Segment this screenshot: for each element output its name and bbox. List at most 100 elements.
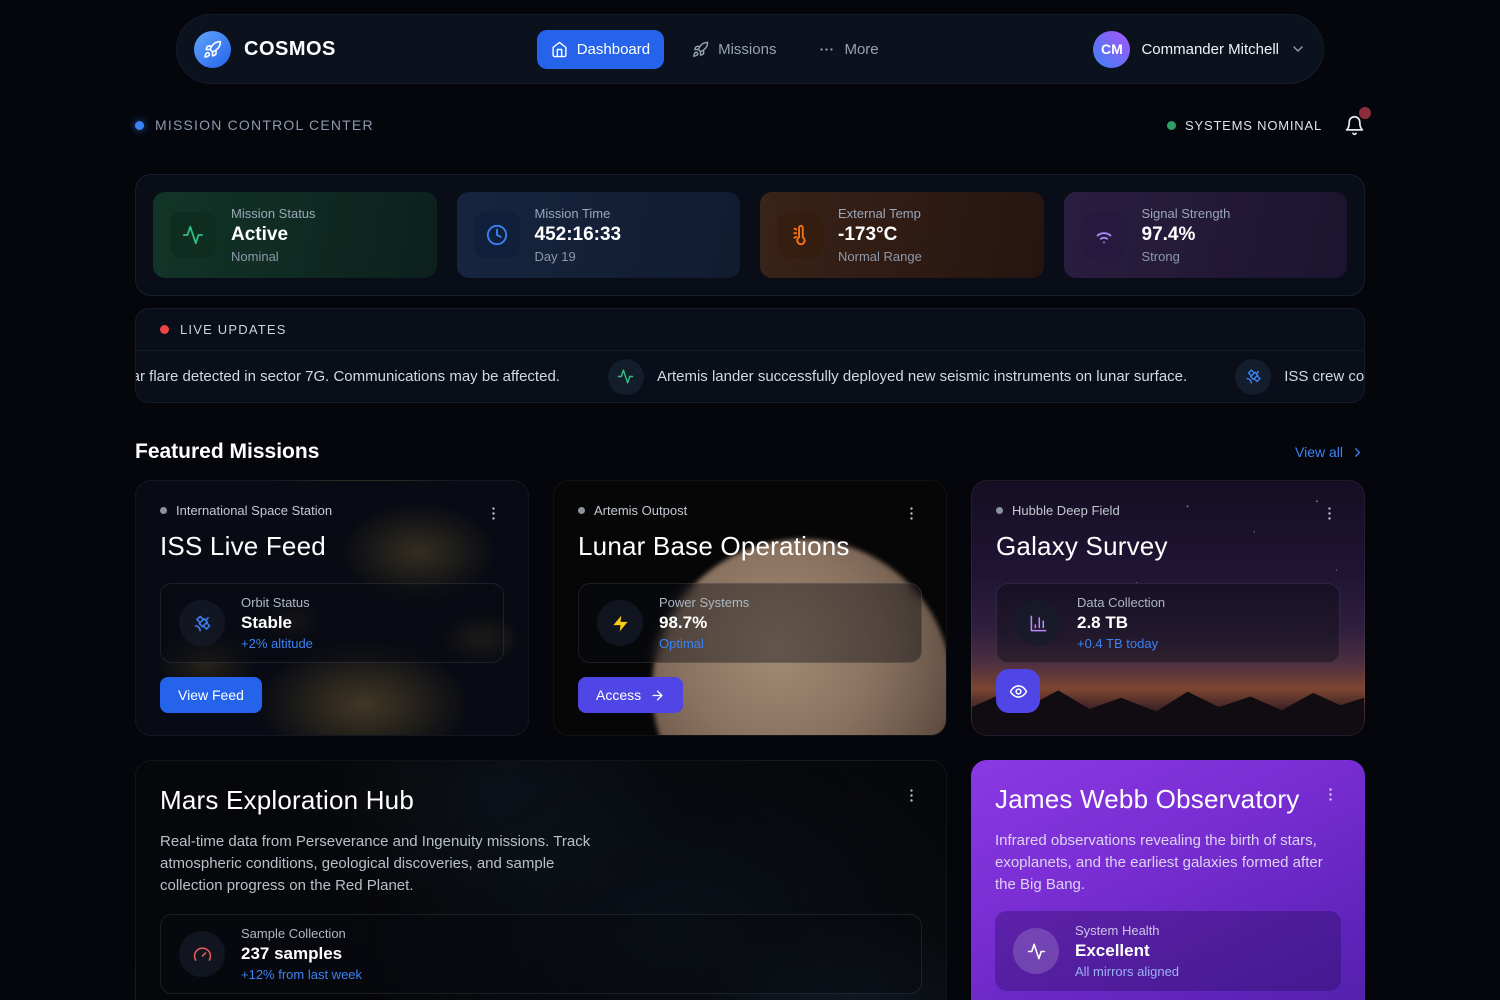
mission-title: Lunar Base Operations: [578, 531, 922, 562]
view-feed-button[interactable]: View Feed: [160, 677, 262, 713]
stats-row: Mission Status Active Nominal Mission Ti…: [135, 174, 1365, 296]
stat-label: Signal Strength: [1142, 206, 1231, 221]
stat-card-mission-status: Mission Status Active Nominal: [153, 192, 437, 278]
ticker-text: ISS crew completes critical EVA repairs …: [1284, 368, 1364, 385]
view-all-link[interactable]: View all: [1295, 444, 1365, 460]
systems-status-badge: SYSTEMS NOMINAL: [1167, 118, 1322, 133]
chevron-right-icon: [1350, 445, 1365, 460]
stat-sub: Nominal: [231, 249, 316, 264]
live-updates-title: LIVE UPDATES: [180, 322, 287, 337]
stat-value: 98.7%: [659, 613, 749, 633]
kebab-menu-icon[interactable]: [901, 785, 922, 806]
activity-icon: [170, 212, 216, 258]
kebab-menu-icon[interactable]: [1319, 503, 1340, 524]
mission-tag: Hubble Deep Field: [996, 503, 1120, 518]
user-menu[interactable]: CM Commander Mitchell: [1093, 31, 1306, 68]
page-title: MISSION CONTROL CENTER: [155, 117, 374, 133]
live-updates-panel: LIVE UPDATES Solar flare detected in sec…: [135, 308, 1365, 403]
user-name: Commander Mitchell: [1141, 41, 1279, 58]
thermometer-icon: [777, 212, 823, 258]
stat-delta: +2% altitude: [241, 636, 313, 651]
stat-label: Mission Status: [231, 206, 316, 221]
mission-description: Real-time data from Perseverance and Ing…: [160, 831, 612, 896]
mission-tag-label: Hubble Deep Field: [1012, 503, 1120, 518]
stat-delta: +12% from last week: [241, 967, 362, 982]
rocket-logo-icon: [194, 31, 231, 68]
ticker-item: ISS crew completes critical EVA repairs …: [1235, 359, 1364, 395]
access-button[interactable]: Access: [578, 677, 683, 713]
green-status-dot: [1167, 121, 1176, 130]
stat-sub: Strong: [1142, 249, 1231, 264]
stat-value: 97.4%: [1142, 224, 1231, 246]
stat-sub: Day 19: [535, 249, 622, 264]
view-all-label: View all: [1295, 444, 1343, 460]
stat-label: Mission Time: [535, 206, 622, 221]
stat-card-signal-strength: Signal Strength 97.4% Strong: [1064, 192, 1348, 278]
stat-delta: +0.4 TB today: [1077, 636, 1165, 651]
stat-value: -173°C: [838, 224, 922, 246]
nav-item-more[interactable]: More: [804, 30, 892, 69]
zap-icon: [597, 600, 643, 646]
kebab-menu-icon[interactable]: [901, 503, 922, 524]
mission-tag: International Space Station: [160, 503, 332, 518]
news-ticker: Solar flare detected in sector 7G. Commu…: [136, 351, 1364, 402]
kebab-menu-icon[interactable]: [483, 503, 504, 524]
tag-dot: [578, 507, 585, 514]
stat-value: 237 samples: [241, 944, 362, 964]
notification-dot: [1359, 107, 1371, 119]
stat-label: Orbit Status: [241, 595, 313, 610]
kebab-menu-icon[interactable]: [1320, 784, 1341, 805]
featured-missions-title: Featured Missions: [135, 440, 319, 464]
ticker-item: Artemis lander successfully deployed new…: [608, 359, 1187, 395]
activity-icon: [608, 359, 644, 395]
mission-description: Infrared observations revealing the birt…: [995, 830, 1341, 895]
stat-value: Stable: [241, 613, 313, 633]
tag-dot: [996, 507, 1003, 514]
stat-card-external-temp: External Temp -173°C Normal Range: [760, 192, 1044, 278]
stat-delta: All mirrors aligned: [1075, 964, 1179, 979]
home-icon: [551, 41, 568, 58]
mission-card-webb: James Webb Observatory Infrared observat…: [971, 760, 1365, 1000]
view-observations-button[interactable]: [996, 669, 1040, 713]
satellite-icon: [1235, 359, 1271, 395]
nav-item-label: More: [844, 41, 878, 58]
brand-name: COSMOS: [244, 38, 336, 61]
stat-value: 452:16:33: [535, 224, 622, 246]
mission-card-galaxy: Hubble Deep Field Galaxy Survey Data Col…: [971, 480, 1365, 736]
tag-dot: [160, 507, 167, 514]
nav-item-label: Missions: [718, 41, 776, 58]
avatar: CM: [1093, 31, 1130, 68]
mission-tag-label: International Space Station: [176, 503, 332, 518]
gauge-icon: [179, 931, 225, 977]
mission-stat-box: Orbit Status Stable +2% altitude: [160, 583, 504, 663]
rocket-icon: [692, 41, 709, 58]
stat-label: System Health: [1075, 923, 1179, 938]
wifi-icon: [1081, 212, 1127, 258]
mission-stat-box: Data Collection 2.8 TB +0.4 TB today: [996, 583, 1340, 663]
mission-card-iss: International Space Station ISS Live Fee…: [135, 480, 529, 736]
chevron-down-icon: [1290, 41, 1306, 57]
stat-label: External Temp: [838, 206, 922, 221]
arrow-right-icon: [650, 688, 665, 703]
statusbar: MISSION CONTROL CENTER SYSTEMS NOMINAL: [135, 112, 1365, 138]
mission-stat-box: Sample Collection 237 samples +12% from …: [160, 914, 922, 994]
mission-title: Mars Exploration Hub: [160, 785, 414, 816]
mission-card-lunar: Artemis Outpost Lunar Base Operations Po…: [553, 480, 947, 736]
bar-chart-icon: [1015, 600, 1061, 646]
systems-status-label: SYSTEMS NOMINAL: [1185, 118, 1322, 133]
stat-value: Excellent: [1075, 941, 1179, 961]
mission-tag-label: Artemis Outpost: [594, 503, 687, 518]
mission-title: James Webb Observatory: [995, 784, 1299, 815]
nav-item-missions[interactable]: Missions: [678, 30, 790, 69]
notifications-button[interactable]: [1344, 115, 1365, 136]
ticker-text: Solar flare detected in sector 7G. Commu…: [136, 368, 560, 385]
nav-item-dashboard[interactable]: Dashboard: [537, 30, 664, 69]
stat-value: 2.8 TB: [1077, 613, 1165, 633]
mission-title: ISS Live Feed: [160, 531, 504, 562]
stat-label: Data Collection: [1077, 595, 1165, 610]
nav-item-label: Dashboard: [577, 41, 650, 58]
stat-value: Active: [231, 224, 316, 246]
live-dot: [160, 325, 169, 334]
ellipsis-icon: [818, 41, 835, 58]
mission-stat-box: Power Systems 98.7% Optimal: [578, 583, 922, 663]
